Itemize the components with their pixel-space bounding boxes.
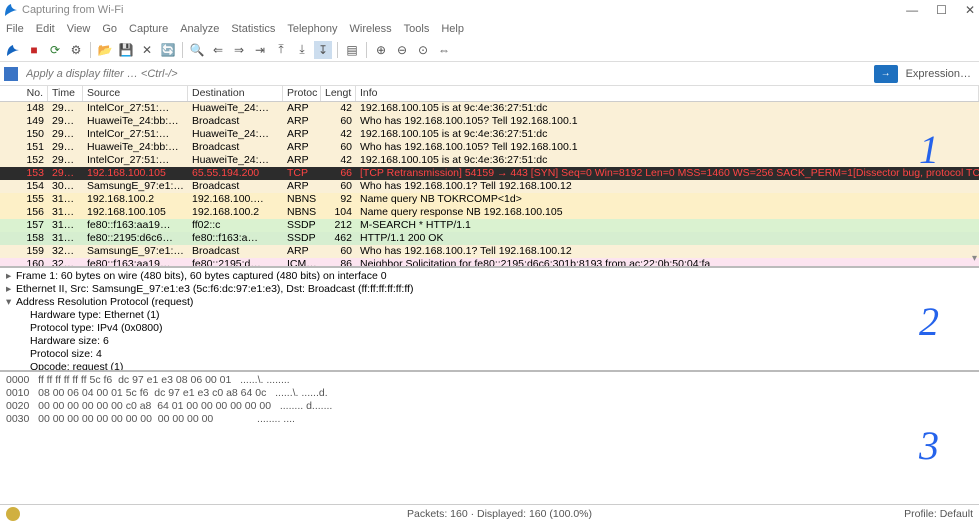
go-back-icon[interactable]: ⇐: [209, 41, 227, 59]
col-info[interactable]: Info: [356, 86, 979, 101]
restart-capture-icon[interactable]: ⟳: [46, 41, 64, 59]
scroll-down-icon[interactable]: ▾: [972, 253, 977, 264]
table-row[interactable]: 14929…HuaweiTe_24:bb:…BroadcastARP60Who …: [0, 115, 979, 128]
expand-icon[interactable]: ▸: [6, 270, 16, 283]
stop-capture-icon[interactable]: ■: [25, 41, 43, 59]
detail-hwsize: Hardware size: 6: [30, 335, 109, 347]
menu-file[interactable]: File: [6, 23, 24, 35]
col-time[interactable]: Time: [48, 86, 83, 101]
zoom-out-icon[interactable]: ⊖: [393, 41, 411, 59]
menu-go[interactable]: Go: [102, 23, 117, 35]
start-capture-icon[interactable]: [4, 41, 22, 59]
table-row[interactable]: 15329…192.168.100.10565.55.194.200TCP66[…: [0, 167, 979, 180]
menu-telephony[interactable]: Telephony: [287, 23, 337, 35]
menu-analyze[interactable]: Analyze: [180, 23, 219, 35]
toolbar: ■ ⟳ ⚙ 📂 💾 ✕ 🔄 🔍 ⇐ ⇒ ⇥ ⤒ ⤓ ↧ ▤ ⊕ ⊖ ⊙ ⇔: [0, 38, 979, 62]
menu-help[interactable]: Help: [441, 23, 464, 35]
go-forward-icon[interactable]: ⇒: [230, 41, 248, 59]
zoom-reset-icon[interactable]: ⊙: [414, 41, 432, 59]
hex-row: 0010 08 00 06 04 00 01 5c f6 dc 97 e1 e3…: [6, 387, 973, 400]
resize-columns-icon[interactable]: ⇔: [435, 41, 453, 59]
hex-row: 0020 00 00 00 00 00 00 c0 a8 64 01 00 00…: [6, 400, 973, 413]
title-bar: Capturing from Wi-Fi — ☐ ✕: [0, 0, 979, 20]
table-row[interactable]: 14829…IntelCor_27:51:…HuaweiTe_24:…ARP42…: [0, 102, 979, 115]
menu-statistics[interactable]: Statistics: [231, 23, 275, 35]
table-row[interactable]: 15129…HuaweiTe_24:bb:…BroadcastARP60Who …: [0, 141, 979, 154]
col-length[interactable]: Lengt: [321, 86, 356, 101]
detail-protosize: Protocol size: 4: [30, 348, 102, 360]
auto-scroll-icon[interactable]: ↧: [314, 41, 332, 59]
hex-row: 0000 ff ff ff ff ff ff 5c f6 dc 97 e1 e3…: [6, 374, 973, 387]
display-filter-input[interactable]: [22, 66, 870, 82]
col-no[interactable]: No.: [0, 86, 48, 101]
detail-prototype: Protocol type: IPv4 (0x0800): [30, 322, 163, 334]
menu-edit[interactable]: Edit: [36, 23, 55, 35]
status-bar: Packets: 160 · Displayed: 160 (100.0%) P…: [0, 504, 979, 522]
reload-icon[interactable]: 🔄: [159, 41, 177, 59]
table-row[interactable]: 15731…fe80::f163:aa19…ff02::cSSDP212M-SE…: [0, 219, 979, 232]
menu-view[interactable]: View: [67, 23, 91, 35]
annotation-3: 3: [919, 422, 939, 469]
packet-bytes-pane[interactable]: 0000 ff ff ff ff ff ff 5c f6 dc 97 e1 e3…: [0, 372, 979, 504]
menu-wireless[interactable]: Wireless: [350, 23, 392, 35]
expand-icon[interactable]: ▸: [6, 283, 16, 296]
detail-opcode: Opcode: request (1): [30, 361, 123, 372]
zoom-in-icon[interactable]: ⊕: [372, 41, 390, 59]
menu-bar: File Edit View Go Capture Analyze Statis…: [0, 20, 979, 38]
packet-details-pane[interactable]: ▸Frame 1: 60 bytes on wire (480 bits), 6…: [0, 268, 979, 372]
expert-info-icon[interactable]: [6, 507, 20, 521]
maximize-button[interactable]: ☐: [936, 3, 947, 17]
expression-button[interactable]: Expression…: [902, 68, 975, 80]
open-file-icon[interactable]: 📂: [96, 41, 114, 59]
packet-list-header: No. Time Source Destination Protoc Lengt…: [0, 86, 979, 102]
menu-tools[interactable]: Tools: [404, 23, 430, 35]
table-row[interactable]: 15531…192.168.100.2192.168.100.…NBNS92Na…: [0, 193, 979, 206]
capture-options-icon[interactable]: ⚙: [67, 41, 85, 59]
hex-row: 0030 00 00 00 00 00 00 00 00 00 00 00 00…: [6, 413, 973, 426]
detail-ethernet: Ethernet II, Src: SamsungE_97:e1:e3 (5c:…: [16, 283, 413, 295]
go-last-icon[interactable]: ⤓: [293, 41, 311, 59]
go-first-icon[interactable]: ⤒: [272, 41, 290, 59]
col-protocol[interactable]: Protoc: [283, 86, 321, 101]
apply-filter-button[interactable]: →: [874, 65, 898, 83]
window-title: Capturing from Wi-Fi: [22, 4, 906, 16]
col-destination[interactable]: Destination: [188, 86, 283, 101]
collapse-icon[interactable]: ▾: [6, 296, 16, 309]
table-row[interactable]: 15631…192.168.100.105192.168.100.2NBNS10…: [0, 206, 979, 219]
table-row[interactable]: 15831…fe80::2195:d6c6…fe80::f163:a…SSDP4…: [0, 232, 979, 245]
close-file-icon[interactable]: ✕: [138, 41, 156, 59]
close-button[interactable]: ✕: [965, 3, 975, 17]
col-source[interactable]: Source: [83, 86, 188, 101]
packet-list[interactable]: 14829…IntelCor_27:51:…HuaweiTe_24:…ARP42…: [0, 102, 979, 268]
table-row[interactable]: 15029…IntelCor_27:51:…HuaweiTe_24:…ARP42…: [0, 128, 979, 141]
status-profile[interactable]: Profile: Default: [873, 508, 973, 520]
go-to-packet-icon[interactable]: ⇥: [251, 41, 269, 59]
table-row[interactable]: 15932…SamsungE_97:e1:…BroadcastARP60Who …: [0, 245, 979, 258]
save-file-icon[interactable]: 💾: [117, 41, 135, 59]
status-packet-count: Packets: 160 · Displayed: 160 (100.0%): [126, 508, 873, 520]
detail-hwtype: Hardware type: Ethernet (1): [30, 309, 160, 321]
table-row[interactable]: 15229…IntelCor_27:51:…HuaweiTe_24:…ARP42…: [0, 154, 979, 167]
detail-frame: Frame 1: 60 bytes on wire (480 bits), 60…: [16, 270, 387, 282]
filter-bar: → Expression…: [0, 62, 979, 86]
packet-list-pane: No. Time Source Destination Protoc Lengt…: [0, 86, 979, 268]
table-row[interactable]: 16032…fe80::f163:aa19…fe80::2195:d…ICM…8…: [0, 258, 979, 268]
wireshark-fin-icon: [4, 3, 18, 17]
table-row[interactable]: 15430…SamsungE_97:e1:…BroadcastARP60Who …: [0, 180, 979, 193]
find-packet-icon[interactable]: 🔍: [188, 41, 206, 59]
minimize-button[interactable]: —: [906, 3, 918, 17]
colorize-icon[interactable]: ▤: [343, 41, 361, 59]
detail-arp: Address Resolution Protocol (request): [16, 296, 193, 308]
bookmark-filter-icon[interactable]: [4, 67, 18, 81]
menu-capture[interactable]: Capture: [129, 23, 168, 35]
